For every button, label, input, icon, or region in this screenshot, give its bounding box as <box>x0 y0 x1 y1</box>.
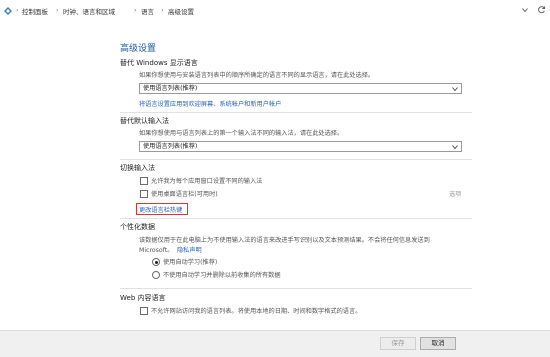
web-language-heading: Web 内容语言 <box>120 294 166 302</box>
page-title: 高级设置 <box>120 44 157 54</box>
divider <box>120 112 472 113</box>
chevron-down-icon <box>452 145 458 150</box>
breadcrumb-language[interactable]: 语言 <box>141 6 154 16</box>
chevron-down-icon[interactable] <box>522 7 528 13</box>
cancel-button[interactable]: 取消 <box>420 337 456 350</box>
breadcrumb-advanced-settings[interactable]: 高级设置 <box>168 6 194 16</box>
input-method-heading: 替代默认输入法 <box>120 117 169 125</box>
input-method-description: 如果你想使用与语言列表上的第一个输入法不同的输入法，请在此处选择。 <box>139 130 344 137</box>
footer-bar: 保存 取消 <box>0 330 550 357</box>
auto-learning-radio[interactable] <box>152 258 160 266</box>
input-method-select-value: 使用语言列表(推荐) <box>143 143 198 150</box>
desktop-language-bar-label: 使用桌面语言栏(可用时) <box>151 191 218 198</box>
chevron-down-icon <box>452 87 458 92</box>
divider <box>120 159 472 160</box>
breadcrumb-separator: › <box>56 6 59 14</box>
display-language-select[interactable]: 使用语言列表(推荐) <box>139 83 462 94</box>
display-language-heading: 替代 Windows 显示语言 <box>120 59 198 67</box>
breadcrumb-control-panel[interactable]: 控制面板 <box>22 6 48 16</box>
address-bar[interactable]: › 控制面板 › 时钟、语言和区域 › 语言 › 高级设置 <box>0 0 550 23</box>
save-button[interactable]: 保存 <box>380 337 416 350</box>
refresh-icon[interactable] <box>537 5 546 14</box>
breadcrumb-separator: › <box>16 6 19 14</box>
web-language-label: 不允许网站访问我的语言列表。将使用本地的日期、时间和数字格式的语言。 <box>151 308 362 315</box>
divider <box>120 288 472 289</box>
personalization-description-line1: 该数据仅用于在此电脑上为不使用输入法的语言来改进手写识别以及文本预测结果。不会将… <box>139 237 430 244</box>
personalization-description-line2: Microsoft。 <box>139 247 174 254</box>
options-link[interactable]: 选项 <box>449 189 461 198</box>
control-panel-icon <box>4 7 12 15</box>
settings-pane: 高级设置 替代 Windows 显示语言 如果你想使用与安装语言列表中的顺序所确… <box>0 22 550 330</box>
auto-learning-label: 使用自动学习(推荐) <box>163 259 218 266</box>
divider <box>120 218 472 219</box>
display-language-select-value: 使用语言列表(推荐) <box>143 85 198 92</box>
input-method-select[interactable]: 使用语言列表(推荐) <box>139 141 462 152</box>
web-language-checkbox[interactable] <box>140 307 148 315</box>
per-app-input-checkbox[interactable] <box>140 177 148 185</box>
display-language-description: 如果你想使用与安装语言列表中的顺序所确定的语言不同的显示语言，请在此处选择。 <box>139 72 375 79</box>
apply-language-settings-link[interactable]: 将语言设置应用到欢迎屏幕、系统帐户和新用户帐户 <box>139 99 281 108</box>
breadcrumb-separator: › <box>134 6 137 14</box>
switch-input-heading: 切换输入法 <box>120 164 155 172</box>
no-auto-learning-label: 不使用自动学习并删除以前收集的所有数据 <box>163 272 281 279</box>
breadcrumb-separator: › <box>161 6 164 14</box>
desktop-language-bar-checkbox[interactable] <box>140 190 148 198</box>
personalization-heading: 个性化数据 <box>120 223 155 231</box>
privacy-statement-link[interactable]: 隐私声明 <box>177 245 202 254</box>
per-app-input-label: 允许我为每个应用窗口设置不同的输入法 <box>151 178 263 185</box>
breadcrumb-clock-language-region[interactable]: 时钟、语言和区域 <box>63 6 115 16</box>
language-bar-hotkeys-link[interactable]: 更改语言栏热键 <box>139 205 182 214</box>
no-auto-learning-radio[interactable] <box>152 271 160 279</box>
